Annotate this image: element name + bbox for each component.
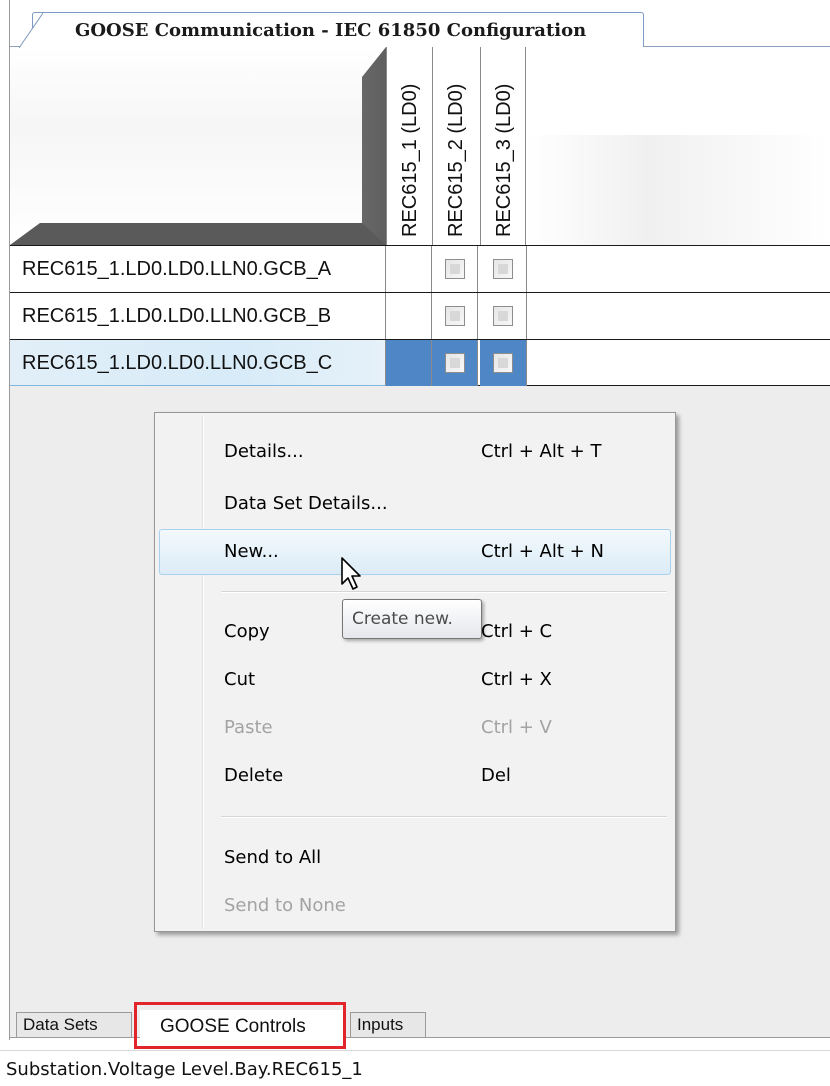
menu-item-label: Paste — [224, 717, 273, 738]
checkbox-icon[interactable] — [493, 353, 513, 373]
column-header-label: REC615_3 (LD0) — [493, 83, 515, 237]
menu-item-shortcut: Del — [481, 765, 511, 786]
menu-item-delete[interactable]: Delete Del — [159, 753, 671, 799]
menu-item-label: New... — [224, 541, 279, 562]
menu-item-paste[interactable]: Paste Ctrl + V — [159, 705, 671, 751]
menu-item-label: Cut — [224, 669, 256, 690]
table-row-selected[interactable]: REC615_1.LD0.LD0.LLN0.GCB_C — [10, 339, 830, 386]
tab-data-sets[interactable]: Data Sets — [16, 1012, 132, 1038]
menu-item-details[interactable]: Details... Ctrl + Alt + T — [159, 429, 671, 475]
matrix-cell[interactable] — [432, 293, 478, 339]
checkbox-icon[interactable] — [445, 353, 465, 373]
row-header-gcb-a[interactable]: REC615_1.LD0.LD0.LLN0.GCB_A — [10, 246, 386, 292]
menu-item-send-to-all[interactable]: Send to All — [159, 835, 671, 881]
matrix-cell-selected[interactable] — [432, 340, 478, 386]
column-header-label: REC615_1 (LD0) — [399, 83, 421, 237]
menu-item-shortcut: Ctrl + Alt + N — [481, 541, 604, 562]
menu-item-label: Details... — [224, 441, 304, 462]
matrix-cell[interactable] — [480, 246, 527, 292]
highlight-annotation-box — [134, 1002, 346, 1049]
matrix-cell — [386, 293, 432, 339]
column-header-rec615-3[interactable]: REC615_3 (LD0) — [480, 47, 526, 245]
status-path: Substation.Voltage Level.Bay.REC615_1 — [6, 1059, 363, 1080]
header-empty-area — [527, 135, 830, 245]
menu-separator — [221, 591, 667, 593]
table-row[interactable]: REC615_1.LD0.LD0.LLN0.GCB_B — [10, 292, 830, 339]
checkbox-icon[interactable] — [445, 306, 465, 326]
row-header-gcb-c[interactable]: REC615_1.LD0.LD0.LLN0.GCB_C — [10, 340, 386, 386]
goose-configuration-window: GOOSE Communication - IEC 61850 Configur… — [0, 0, 830, 1086]
menu-item-data-set-details[interactable]: Data Set Details... — [159, 481, 671, 527]
tab-slant-decoration — [19, 13, 43, 48]
checkbox-icon[interactable] — [493, 259, 513, 279]
column-header-label: REC615_2 (LD0) — [445, 83, 467, 237]
matrix-cell[interactable] — [480, 293, 527, 339]
matrix-cell-selected[interactable] — [386, 340, 432, 386]
checkbox-icon[interactable] — [445, 259, 465, 279]
checkbox-icon[interactable] — [493, 306, 513, 326]
table-row[interactable]: REC615_1.LD0.LD0.LLN0.GCB_A — [10, 245, 830, 292]
arrow-cursor-icon — [341, 557, 361, 590]
matrix-cell[interactable] — [432, 246, 478, 292]
menu-item-shortcut: Ctrl + X — [481, 669, 552, 690]
menu-item-label: Send to All — [224, 847, 322, 868]
matrix-cell-selected[interactable] — [480, 340, 527, 386]
document-tab-title: GOOSE Communication - IEC 61850 Configur… — [75, 20, 587, 41]
corner-header-wedge — [10, 47, 386, 245]
menu-item-cut[interactable]: Cut Ctrl + X — [159, 657, 671, 703]
column-header-rec615-1[interactable]: REC615_1 (LD0) — [386, 47, 432, 245]
status-bar: Substation.Voltage Level.Bay.REC615_1 — [0, 1050, 830, 1086]
menu-item-label: Copy — [224, 621, 270, 642]
menu-item-shortcut: Ctrl + V — [481, 717, 552, 738]
column-header-rec615-2[interactable]: REC615_2 (LD0) — [432, 47, 478, 245]
document-tab-bar: GOOSE Communication - IEC 61850 Configur… — [10, 0, 830, 48]
menu-item-shortcut: Ctrl + Alt + T — [481, 441, 602, 462]
tab-inputs[interactable]: Inputs — [350, 1012, 426, 1038]
tab-goose-communication[interactable]: GOOSE Communication - IEC 61850 Configur… — [19, 12, 644, 48]
context-menu: Details... Ctrl + Alt + T Data Set Detai… — [154, 412, 676, 932]
menu-item-label: Delete — [224, 765, 284, 786]
menu-item-new[interactable]: New... Ctrl + Alt + N — [159, 529, 671, 575]
row-header-gcb-b[interactable]: REC615_1.LD0.LD0.LLN0.GCB_B — [10, 293, 386, 339]
grid-header: REC615_1 (LD0) REC615_2 (LD0) REC615_3 (… — [10, 47, 830, 245]
menu-item-shortcut: Ctrl + C — [481, 621, 553, 642]
menu-separator — [221, 816, 667, 818]
tooltip: Create new. — [342, 599, 482, 639]
menu-item-send-to-none[interactable]: Send to None — [159, 883, 671, 929]
menu-item-label: Data Set Details... — [224, 493, 388, 514]
menu-item-label: Send to None — [224, 895, 346, 916]
matrix-cell — [386, 246, 432, 292]
